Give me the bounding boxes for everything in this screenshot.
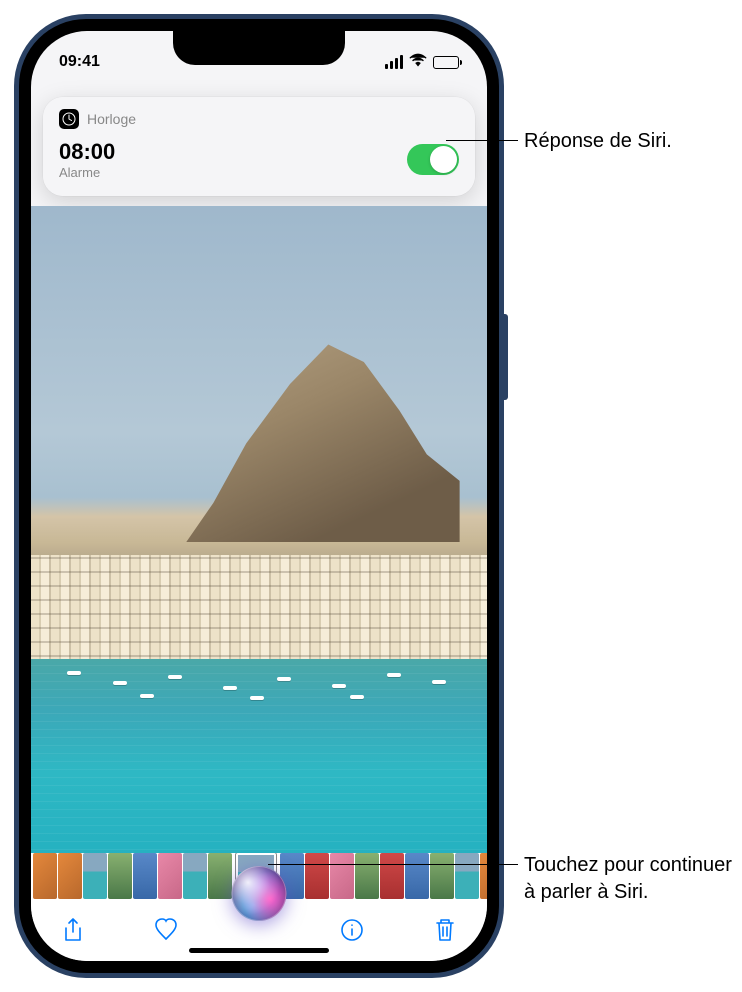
screen: 09:41 Horloge	[31, 31, 487, 961]
delete-button[interactable]	[433, 917, 457, 948]
callout-text: Touchez pour continuer à parler à Siri.	[524, 854, 732, 903]
alarm-toggle[interactable]	[407, 144, 459, 175]
info-button[interactable]	[340, 917, 364, 948]
thumbnail[interactable]	[158, 853, 182, 899]
thumbnail[interactable]	[33, 853, 57, 899]
thumbnail[interactable]	[430, 853, 454, 899]
thumbnail[interactable]	[133, 853, 157, 899]
thumbnail[interactable]	[208, 853, 232, 899]
thumbnail[interactable]	[83, 853, 107, 899]
battery-icon	[433, 56, 459, 69]
thumbnail[interactable]	[183, 853, 207, 899]
wifi-icon	[409, 53, 427, 72]
cellular-signal-icon	[385, 55, 403, 69]
thumbnail[interactable]	[405, 853, 429, 899]
photo-viewer[interactable]	[31, 206, 487, 853]
callout-siri-response: Réponse de Siri.	[524, 128, 734, 155]
iphone-frame: 09:41 Horloge	[14, 14, 504, 978]
notch	[173, 31, 345, 65]
thumbnail[interactable]	[480, 853, 487, 899]
home-indicator[interactable]	[189, 948, 329, 953]
share-button[interactable]	[61, 917, 85, 948]
callout-siri-tap: Touchez pour continuer à parler à Siri.	[524, 852, 734, 906]
app-name-label: Horloge	[87, 111, 136, 127]
status-time: 09:41	[59, 53, 100, 71]
alarm-time: 08:00	[59, 139, 115, 165]
thumbnail[interactable]	[305, 853, 329, 899]
siri-orb-button[interactable]	[232, 866, 287, 921]
thumbnail[interactable]	[330, 853, 354, 899]
thumbnail[interactable]	[380, 853, 404, 899]
thumbnail[interactable]	[58, 853, 82, 899]
favorite-button[interactable]	[154, 917, 178, 948]
callout-text: Réponse de Siri.	[524, 130, 672, 152]
alarm-label: Alarme	[59, 165, 115, 180]
thumbnail[interactable]	[108, 853, 132, 899]
thumbnail[interactable]	[355, 853, 379, 899]
thumbnail[interactable]	[455, 853, 479, 899]
siri-response-card[interactable]: Horloge 08:00 Alarme	[43, 97, 475, 196]
side-button[interactable]	[504, 314, 508, 400]
clock-app-icon	[59, 109, 79, 129]
